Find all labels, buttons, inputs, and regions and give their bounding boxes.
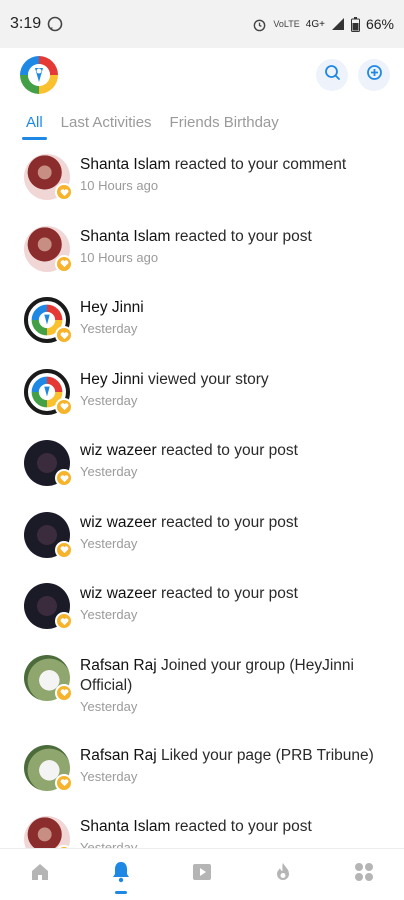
notification-time: Yesterday (80, 698, 138, 714)
notification-item[interactable]: Rafsan Raj Joined your group (HeyJinni O… (0, 647, 404, 737)
notification-item[interactable]: Shanta Islam reacted to your comment 10 … (0, 146, 404, 218)
notification-action: reacted to your post (170, 818, 312, 835)
reaction-badge-icon (55, 683, 73, 702)
nav-menu[interactable] (344, 855, 384, 895)
notification-item[interactable]: Shanta Islam reacted to your post Yester… (0, 808, 404, 848)
notification-action: reacted to your post (156, 585, 298, 602)
tab-friends-birthday[interactable]: Friends Birthday (170, 104, 279, 140)
notification-time: 10 Hours ago (80, 178, 159, 193)
heyjinni-logo[interactable] (18, 54, 60, 96)
avatar-wrap (24, 816, 73, 848)
notification-item[interactable]: wiz wazeer reacted to your post Yesterda… (0, 504, 404, 576)
notification-action: reacted to your post (156, 513, 298, 531)
avatar-wrap (24, 511, 73, 559)
user-name[interactable]: Shanta Islam (80, 156, 170, 173)
signal-icon (331, 17, 345, 31)
status-right: VoLTE 4G+ 66% (252, 16, 394, 32)
battery-percent: 66% (365, 16, 394, 32)
avatar-wrap (24, 225, 73, 273)
network-label: 4G+ (305, 18, 325, 30)
notification-item[interactable]: wiz wazeer reacted to your post Yesterda… (0, 432, 404, 504)
add-button[interactable] (358, 59, 390, 91)
notification-action: viewed your story (143, 370, 269, 388)
notification-tabs: All Last Activities Friends Birthday (0, 104, 404, 144)
status-time: 3:19 (10, 15, 42, 32)
notification-action: reacted to your post (170, 227, 312, 245)
notification-time: Yesterday (80, 768, 138, 784)
avatar-wrap (24, 744, 73, 792)
notification-item[interactable]: Hey Jinni viewed your story Yesterday (0, 361, 404, 433)
tab-all[interactable]: All (22, 104, 47, 140)
avatar (24, 816, 70, 848)
alarm-icon (252, 17, 267, 32)
notification-action: reacted to your comment (170, 156, 347, 173)
nav-notifications[interactable] (101, 855, 141, 895)
avatar-wrap (24, 368, 73, 416)
notification-list: Shanta Islam reacted to your comment 10 … (0, 146, 404, 848)
fire-icon (272, 861, 294, 888)
notification-time: Yesterday (80, 535, 138, 551)
avatar-wrap (24, 583, 73, 630)
notification-action: Liked your page (PRB Tribune) (156, 746, 374, 764)
user-name[interactable]: Rafsan Raj (80, 657, 157, 674)
grid-menu-icon (353, 861, 375, 888)
nav-trending[interactable] (263, 855, 303, 895)
reaction-badge-icon (55, 540, 73, 559)
user-name[interactable]: Shanta Islam (80, 228, 170, 245)
volte-icon: VoLTE (273, 18, 300, 29)
notification-time: Yesterday (80, 392, 138, 408)
user-name[interactable]: wiz wazeer (80, 585, 157, 602)
avatar-wrap (24, 440, 73, 487)
notification-time: Yesterday (80, 840, 138, 848)
user-name[interactable]: Hey Jinni (80, 371, 144, 388)
home-icon (29, 861, 51, 888)
reaction-badge-icon (55, 326, 73, 344)
reaction-badge-icon (55, 397, 73, 416)
reaction-badge-icon (55, 183, 73, 201)
app-header (0, 48, 404, 102)
nav-home[interactable] (20, 855, 60, 895)
nav-video[interactable] (182, 855, 222, 895)
status-bar: 3:19 VoLTE 4G+ 66% (0, 0, 404, 48)
user-name[interactable]: wiz wazeer (80, 514, 157, 531)
user-name[interactable]: wiz wazeer (80, 442, 157, 459)
notification-item[interactable]: wiz wazeer reacted to your post Yesterda… (0, 575, 404, 647)
user-name[interactable]: Hey Jinni (80, 299, 144, 316)
search-icon (324, 64, 341, 86)
reaction-badge-icon (55, 773, 73, 792)
tab-last-activities[interactable]: Last Activities (61, 104, 152, 140)
notification-item[interactable]: Hey Jinni Yesterday (0, 289, 404, 361)
notification-time: Yesterday (80, 607, 138, 622)
notification-time: Yesterday (80, 464, 138, 479)
reaction-badge-icon (55, 469, 73, 487)
notification-time: 10 Hours ago (80, 249, 159, 265)
avatar-wrap (24, 297, 73, 344)
bell-icon (110, 860, 132, 889)
notification-item[interactable]: Shanta Islam reacted to your post 10 Hou… (0, 218, 404, 290)
battery-icon (350, 16, 360, 32)
avatar-wrap (24, 154, 73, 201)
user-name[interactable]: Rafsan Raj (80, 747, 157, 764)
reaction-badge-icon (55, 254, 73, 273)
avatar-wrap (24, 654, 73, 702)
bottom-nav (0, 848, 404, 900)
search-button[interactable] (316, 59, 348, 91)
add-circle-icon (366, 64, 383, 86)
notification-item[interactable]: Rafsan Raj Liked your page (PRB Tribune)… (0, 737, 404, 809)
notification-time: Yesterday (80, 321, 138, 336)
notification-action: reacted to your post (156, 442, 298, 459)
reaction-badge-icon (55, 612, 73, 630)
whatsapp-icon (47, 16, 63, 32)
user-name[interactable]: Shanta Islam (80, 818, 170, 835)
video-icon (191, 861, 213, 888)
